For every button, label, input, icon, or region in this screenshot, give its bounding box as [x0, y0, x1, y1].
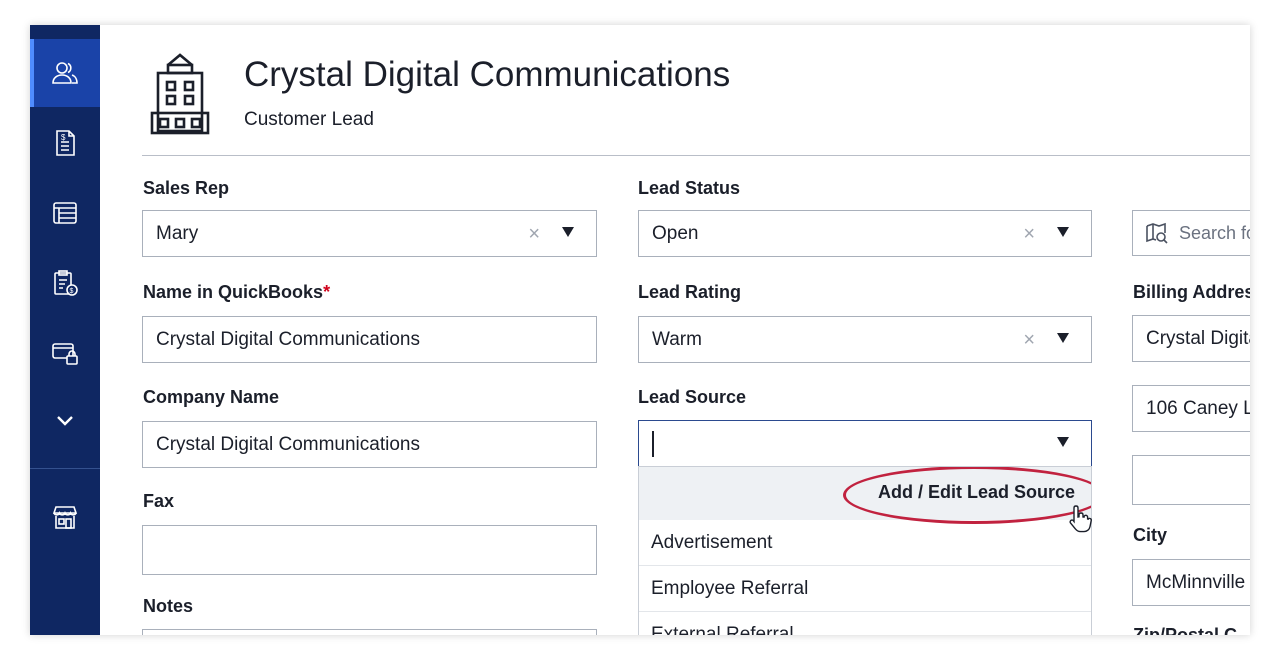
text-cursor: [652, 430, 654, 457]
card-lock-icon: [52, 343, 78, 365]
lead-status-label: Lead Status: [638, 178, 741, 198]
svg-text:$: $: [70, 288, 74, 295]
caret-down-icon[interactable]: [1057, 333, 1069, 343]
page-subtitle: Customer Lead: [244, 109, 374, 130]
city-value: McMinnville: [1146, 571, 1246, 593]
dropdown-action-row: Add / Edit Lead Source: [639, 467, 1091, 524]
address-search-placeholder: Search fo: [1179, 222, 1250, 243]
chevron-down-icon: [57, 416, 73, 426]
dropdown-option[interactable]: External Referral: [639, 612, 1091, 636]
lead-source-label: Lead Source: [638, 387, 747, 407]
billing-address-line2-value: 106 Caney Ln: [1146, 397, 1250, 419]
caret-down-icon[interactable]: [1057, 227, 1069, 237]
billing-address-line3-input[interactable]: [1132, 455, 1250, 505]
fax-label: Fax: [143, 491, 175, 511]
company-name-value: Crystal Digital Communications: [156, 433, 420, 455]
sidebar: $ $: [30, 25, 100, 635]
svg-text:$: $: [61, 133, 66, 142]
lead-rating-value: Warm: [652, 328, 702, 350]
name-in-quickbooks-label-text: Name in QuickBooks: [143, 282, 324, 302]
lead-rating-label: Lead Rating: [638, 282, 742, 302]
lead-source-select[interactable]: [638, 420, 1092, 467]
sidebar-divider: [30, 468, 100, 469]
app-window: $ $ Crystal Digital Communications Custo…: [30, 25, 1250, 635]
lead-rating-select[interactable]: Warm ×: [638, 316, 1092, 363]
add-edit-lead-source-button[interactable]: Add / Edit Lead Source: [878, 482, 1075, 503]
clear-icon[interactable]: ×: [528, 223, 540, 246]
billing-address-label: Billing Addres: [1133, 282, 1250, 302]
caret-down-icon[interactable]: [1057, 437, 1069, 447]
clear-icon[interactable]: ×: [1023, 223, 1035, 246]
notes-label: Notes: [143, 596, 194, 616]
nav-contacts[interactable]: [30, 39, 100, 107]
page-title: Crystal Digital Communications: [244, 55, 731, 94]
building-icon: [150, 53, 210, 135]
nav-invoices[interactable]: $: [30, 109, 100, 177]
dropdown-option[interactable]: Employee Referral: [639, 566, 1091, 612]
billing-address-line2-input[interactable]: 106 Caney Ln: [1132, 385, 1250, 432]
required-mark: *: [323, 282, 331, 302]
address-search-input[interactable]: Search fo: [1132, 210, 1250, 256]
invoice-icon: $: [56, 130, 75, 156]
clipboard-money-icon: $: [54, 270, 78, 296]
nav-payments[interactable]: [30, 319, 100, 387]
name-in-quickbooks-value: Crystal Digital Communications: [156, 328, 420, 350]
name-in-quickbooks-label: Name in QuickBooks*: [143, 282, 330, 303]
store-icon: [52, 506, 78, 529]
nav-lists[interactable]: [30, 179, 100, 247]
nav-store[interactable]: [30, 483, 100, 551]
nav-estimates[interactable]: $: [30, 249, 100, 317]
sales-rep-value: Mary: [156, 222, 199, 244]
map-search-icon: [1146, 222, 1168, 244]
city-label: City: [1133, 525, 1168, 545]
billing-address-line1-value: Crystal Digita: [1146, 327, 1250, 349]
caret-down-icon[interactable]: [562, 227, 574, 237]
dropdown-option[interactable]: Advertisement: [639, 520, 1091, 566]
hand-pointer-icon: [1069, 505, 1092, 533]
lead-status-select[interactable]: Open ×: [638, 210, 1092, 257]
name-in-quickbooks-input[interactable]: Crystal Digital Communications: [142, 316, 597, 363]
lead-source-dropdown: Add / Edit Lead Source Advertisement Emp…: [638, 466, 1092, 635]
company-name-input[interactable]: Crystal Digital Communications: [142, 421, 597, 468]
header-divider: [142, 155, 1250, 156]
list-icon: [53, 202, 77, 224]
company-name-label: Company Name: [143, 387, 280, 407]
lead-status-value: Open: [652, 222, 699, 244]
sales-rep-select[interactable]: Mary ×: [142, 210, 597, 257]
zip-label: Zip/Postal C: [1133, 625, 1238, 635]
clear-icon[interactable]: ×: [1023, 329, 1035, 352]
city-input[interactable]: McMinnville: [1132, 559, 1250, 606]
fax-input[interactable]: [142, 525, 597, 575]
main-content: Crystal Digital Communications Customer …: [100, 25, 1250, 635]
sales-rep-label: Sales Rep: [143, 178, 230, 198]
contacts-icon: [52, 62, 78, 84]
nav-more[interactable]: [30, 387, 100, 455]
billing-address-line1-input[interactable]: Crystal Digita: [1132, 315, 1250, 362]
notes-input[interactable]: [142, 629, 597, 635]
